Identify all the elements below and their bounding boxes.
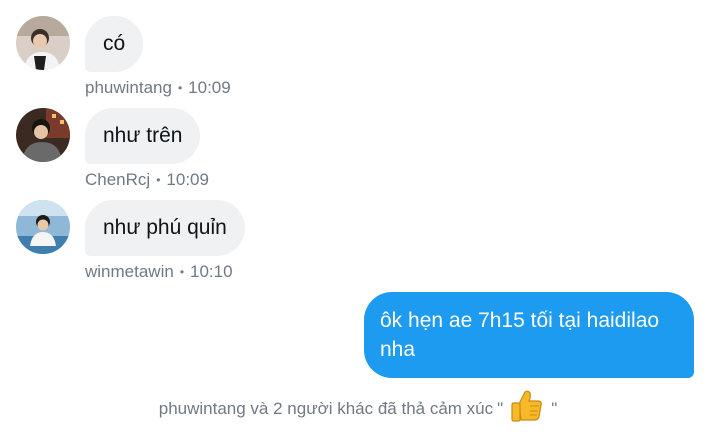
message-row: như phú quỉn winmetawin • 10:10 xyxy=(16,200,245,282)
user-avatar-icon xyxy=(16,200,70,254)
user-avatar-icon xyxy=(16,16,70,70)
separator-dot: • xyxy=(179,265,185,279)
avatar-phuwintang[interactable] xyxy=(16,16,70,70)
chat-thread: có phuwintang • 10:09 như trên ChenRcj •… xyxy=(0,0,720,434)
author-name[interactable]: winmetawin xyxy=(85,262,174,282)
quote-open: " xyxy=(497,398,504,418)
separator-dot: • xyxy=(177,81,183,95)
avatar-winmetawin[interactable] xyxy=(16,200,70,254)
message-time: 10:09 xyxy=(188,78,231,97)
message-meta: ChenRcj • 10:09 xyxy=(85,170,209,190)
reaction-summary[interactable]: phuwintang và 2 người khác đã thả cảm xú… xyxy=(0,388,720,429)
message-time: 10:10 xyxy=(190,262,233,281)
message-meta: winmetawin • 10:10 xyxy=(85,262,245,282)
message-bubble[interactable]: như trên xyxy=(85,108,201,164)
reaction-text: phuwintang và 2 người khác đã thả cảm xú… xyxy=(158,398,494,418)
user-avatar-icon xyxy=(16,108,70,162)
message-row: như trên ChenRcj • 10:09 xyxy=(16,108,209,190)
author-name[interactable]: phuwintang xyxy=(85,78,172,98)
thumbs-up-icon xyxy=(509,388,545,429)
outgoing-message-bubble[interactable]: ôk hẹn ae 7h15 tối tại haidilao nha xyxy=(364,292,694,378)
message-meta: phuwintang • 10:09 xyxy=(85,78,231,98)
message-bubble[interactable]: như phú quỉn xyxy=(85,200,245,256)
author-name[interactable]: ChenRcj xyxy=(85,170,150,190)
quote-close: " xyxy=(551,398,558,418)
separator-dot: • xyxy=(156,173,161,187)
message-time: 10:09 xyxy=(166,170,209,189)
message-row: có phuwintang • 10:09 xyxy=(16,16,231,98)
avatar-chenrcj[interactable] xyxy=(16,108,70,162)
message-bubble[interactable]: có xyxy=(85,16,144,72)
